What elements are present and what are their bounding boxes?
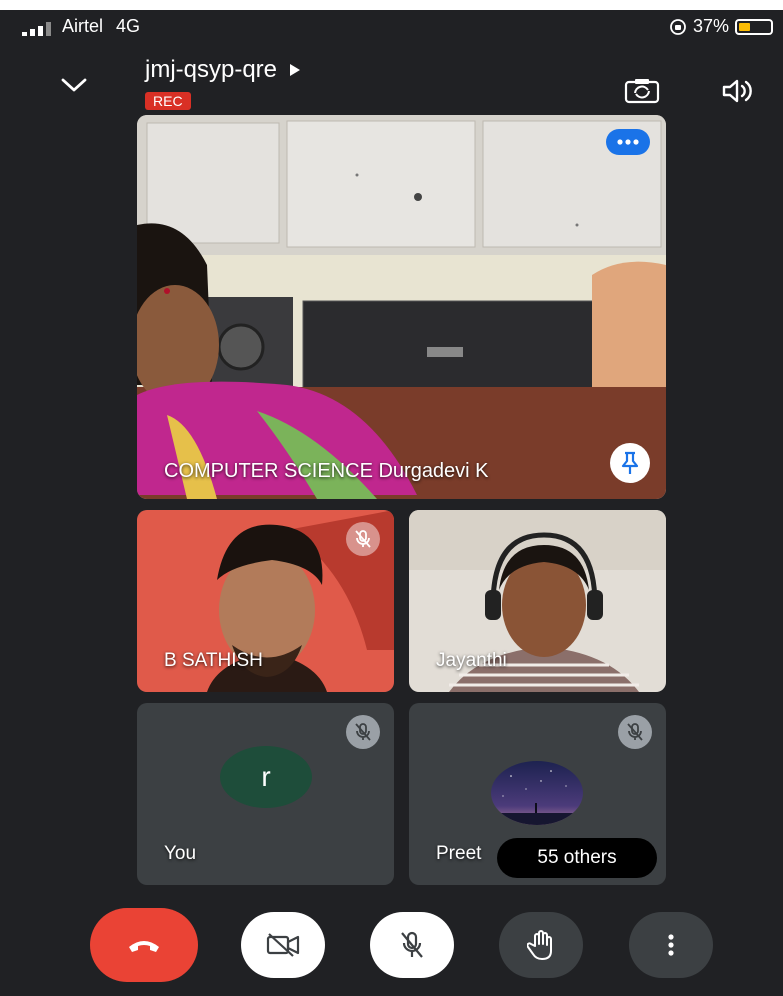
- mic-off-icon: [401, 931, 423, 958]
- participant-name: Preet: [436, 843, 482, 864]
- battery-percent: 37%: [692, 16, 729, 36]
- participant-name: You: [164, 843, 197, 864]
- chevron-down-icon[interactable]: [60, 77, 88, 93]
- rec-badge: REC: [145, 92, 191, 110]
- more-vert-icon: [668, 934, 674, 956]
- carrier-name: Airtel: [62, 16, 104, 36]
- network-type: 4G: [116, 16, 141, 36]
- battery-fill: [739, 22, 751, 31]
- muted-badge: [618, 715, 652, 749]
- top-frame-border: [0, 0, 783, 10]
- participant-name: COMPUTER SCIENCE Durgadevi K: [164, 460, 489, 482]
- mic-off-icon: [355, 530, 371, 548]
- main-video-tile[interactable]: COMPUTER SCIENCE Durgadevi K: [137, 115, 666, 499]
- meeting-code-text: jmj-qsyp-qre: [145, 56, 278, 83]
- participant-name: Jayanthi: [436, 650, 507, 671]
- raise-hand-button[interactable]: [499, 912, 583, 978]
- camera-off-icon: [266, 933, 300, 957]
- tile-more-options-button[interactable]: [606, 129, 650, 155]
- mic-off-icon: [355, 723, 371, 741]
- muted-badge: [346, 522, 380, 556]
- end-call-icon: [129, 941, 159, 952]
- end-call-button[interactable]: [90, 908, 198, 982]
- muted-badge: [346, 715, 380, 749]
- presenter-video-feed: [137, 115, 666, 499]
- participant-name: B SATHISH: [164, 650, 263, 671]
- signal-strength-icon: [22, 22, 51, 36]
- avatar: [491, 761, 583, 825]
- avatar: r: [220, 746, 312, 808]
- carrier-label: Airtel 4G: [62, 16, 140, 37]
- call-header: jmj-qsyp-qre REC: [0, 52, 783, 114]
- speaker-icon[interactable]: [722, 78, 754, 104]
- status-bar: Airtel 4G 37%: [0, 10, 783, 42]
- pin-button[interactable]: [610, 443, 650, 483]
- more-horiz-icon: [617, 139, 639, 145]
- orientation-lock-icon: [670, 18, 686, 35]
- battery-icon: [735, 18, 773, 35]
- others-count-pill[interactable]: 55 others: [497, 838, 657, 878]
- pin-icon: [621, 451, 639, 474]
- participant-tile[interactable]: Jayanthi: [409, 510, 666, 692]
- mic-toggle-button[interactable]: [370, 912, 454, 978]
- avatar-image: [491, 761, 583, 825]
- raise-hand-icon: [527, 930, 552, 960]
- call-controls: [0, 908, 783, 984]
- self-tile[interactable]: r You: [137, 703, 394, 885]
- play-arrow-icon: [290, 64, 301, 76]
- status-right: 37%: [669, 16, 773, 37]
- flip-camera-icon[interactable]: [624, 78, 660, 104]
- participant-tile[interactable]: B SATHISH: [137, 510, 394, 692]
- more-options-button[interactable]: [629, 912, 713, 978]
- mic-off-icon: [627, 723, 643, 741]
- meeting-code[interactable]: jmj-qsyp-qre: [145, 56, 301, 84]
- camera-toggle-button[interactable]: [241, 912, 325, 978]
